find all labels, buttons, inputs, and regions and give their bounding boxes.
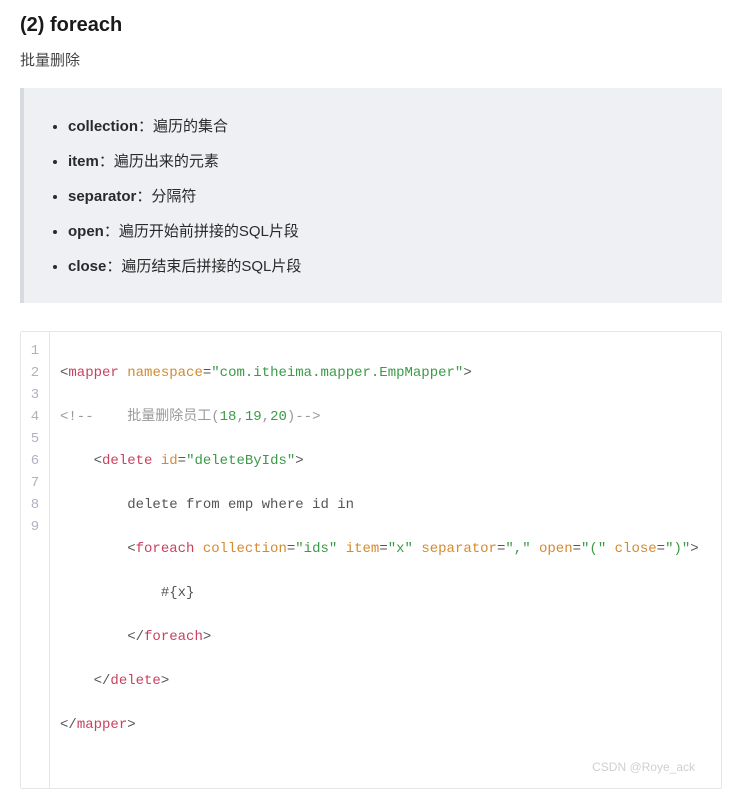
attr-term: close	[68, 258, 106, 275]
code-content: <mapper namespace="com.itheima.mapper.Em…	[49, 332, 721, 788]
line-number: 6	[21, 450, 49, 472]
code-block: 1 2 3 4 5 6 7 8 9 <mapper namespace="com…	[20, 331, 722, 789]
line-number-gutter: 1 2 3 4 5 6 7 8 9	[21, 332, 49, 788]
section-heading: (2) foreach	[20, 14, 722, 37]
line-number: 7	[21, 472, 49, 494]
attr-desc: 遍历的集合	[153, 118, 228, 135]
attr-desc: 遍历开始前拼接的SQL片段	[119, 223, 299, 240]
list-item: open：遍历开始前拼接的SQL片段	[68, 213, 700, 248]
section-subtitle: 批量删除	[20, 49, 722, 70]
attr-term: open	[68, 223, 104, 240]
line-number: 8	[21, 494, 49, 516]
attr-desc: 分隔符	[151, 188, 196, 205]
attr-term: collection	[68, 118, 138, 135]
line-number: 3	[21, 384, 49, 406]
attr-desc: 遍历出来的元素	[114, 153, 219, 170]
attr-desc: 遍历结束后拼接的SQL片段	[121, 258, 301, 275]
line-number: 2	[21, 362, 49, 384]
line-number: 4	[21, 406, 49, 428]
line-number: 5	[21, 428, 49, 450]
attribute-list: collection：遍历的集合 item：遍历出来的元素 separator：…	[46, 108, 700, 283]
list-item: collection：遍历的集合	[68, 108, 700, 143]
list-item: separator：分隔符	[68, 178, 700, 213]
attr-term: separator	[68, 188, 136, 205]
attr-term: item	[68, 153, 99, 170]
line-number: 1	[21, 340, 49, 362]
list-item: item：遍历出来的元素	[68, 143, 700, 178]
line-number: 9	[21, 516, 49, 538]
list-item: close：遍历结束后拼接的SQL片段	[68, 248, 700, 283]
attribute-info-box: collection：遍历的集合 item：遍历出来的元素 separator：…	[20, 88, 722, 303]
watermark: CSDN @Roye_ack	[592, 756, 695, 778]
